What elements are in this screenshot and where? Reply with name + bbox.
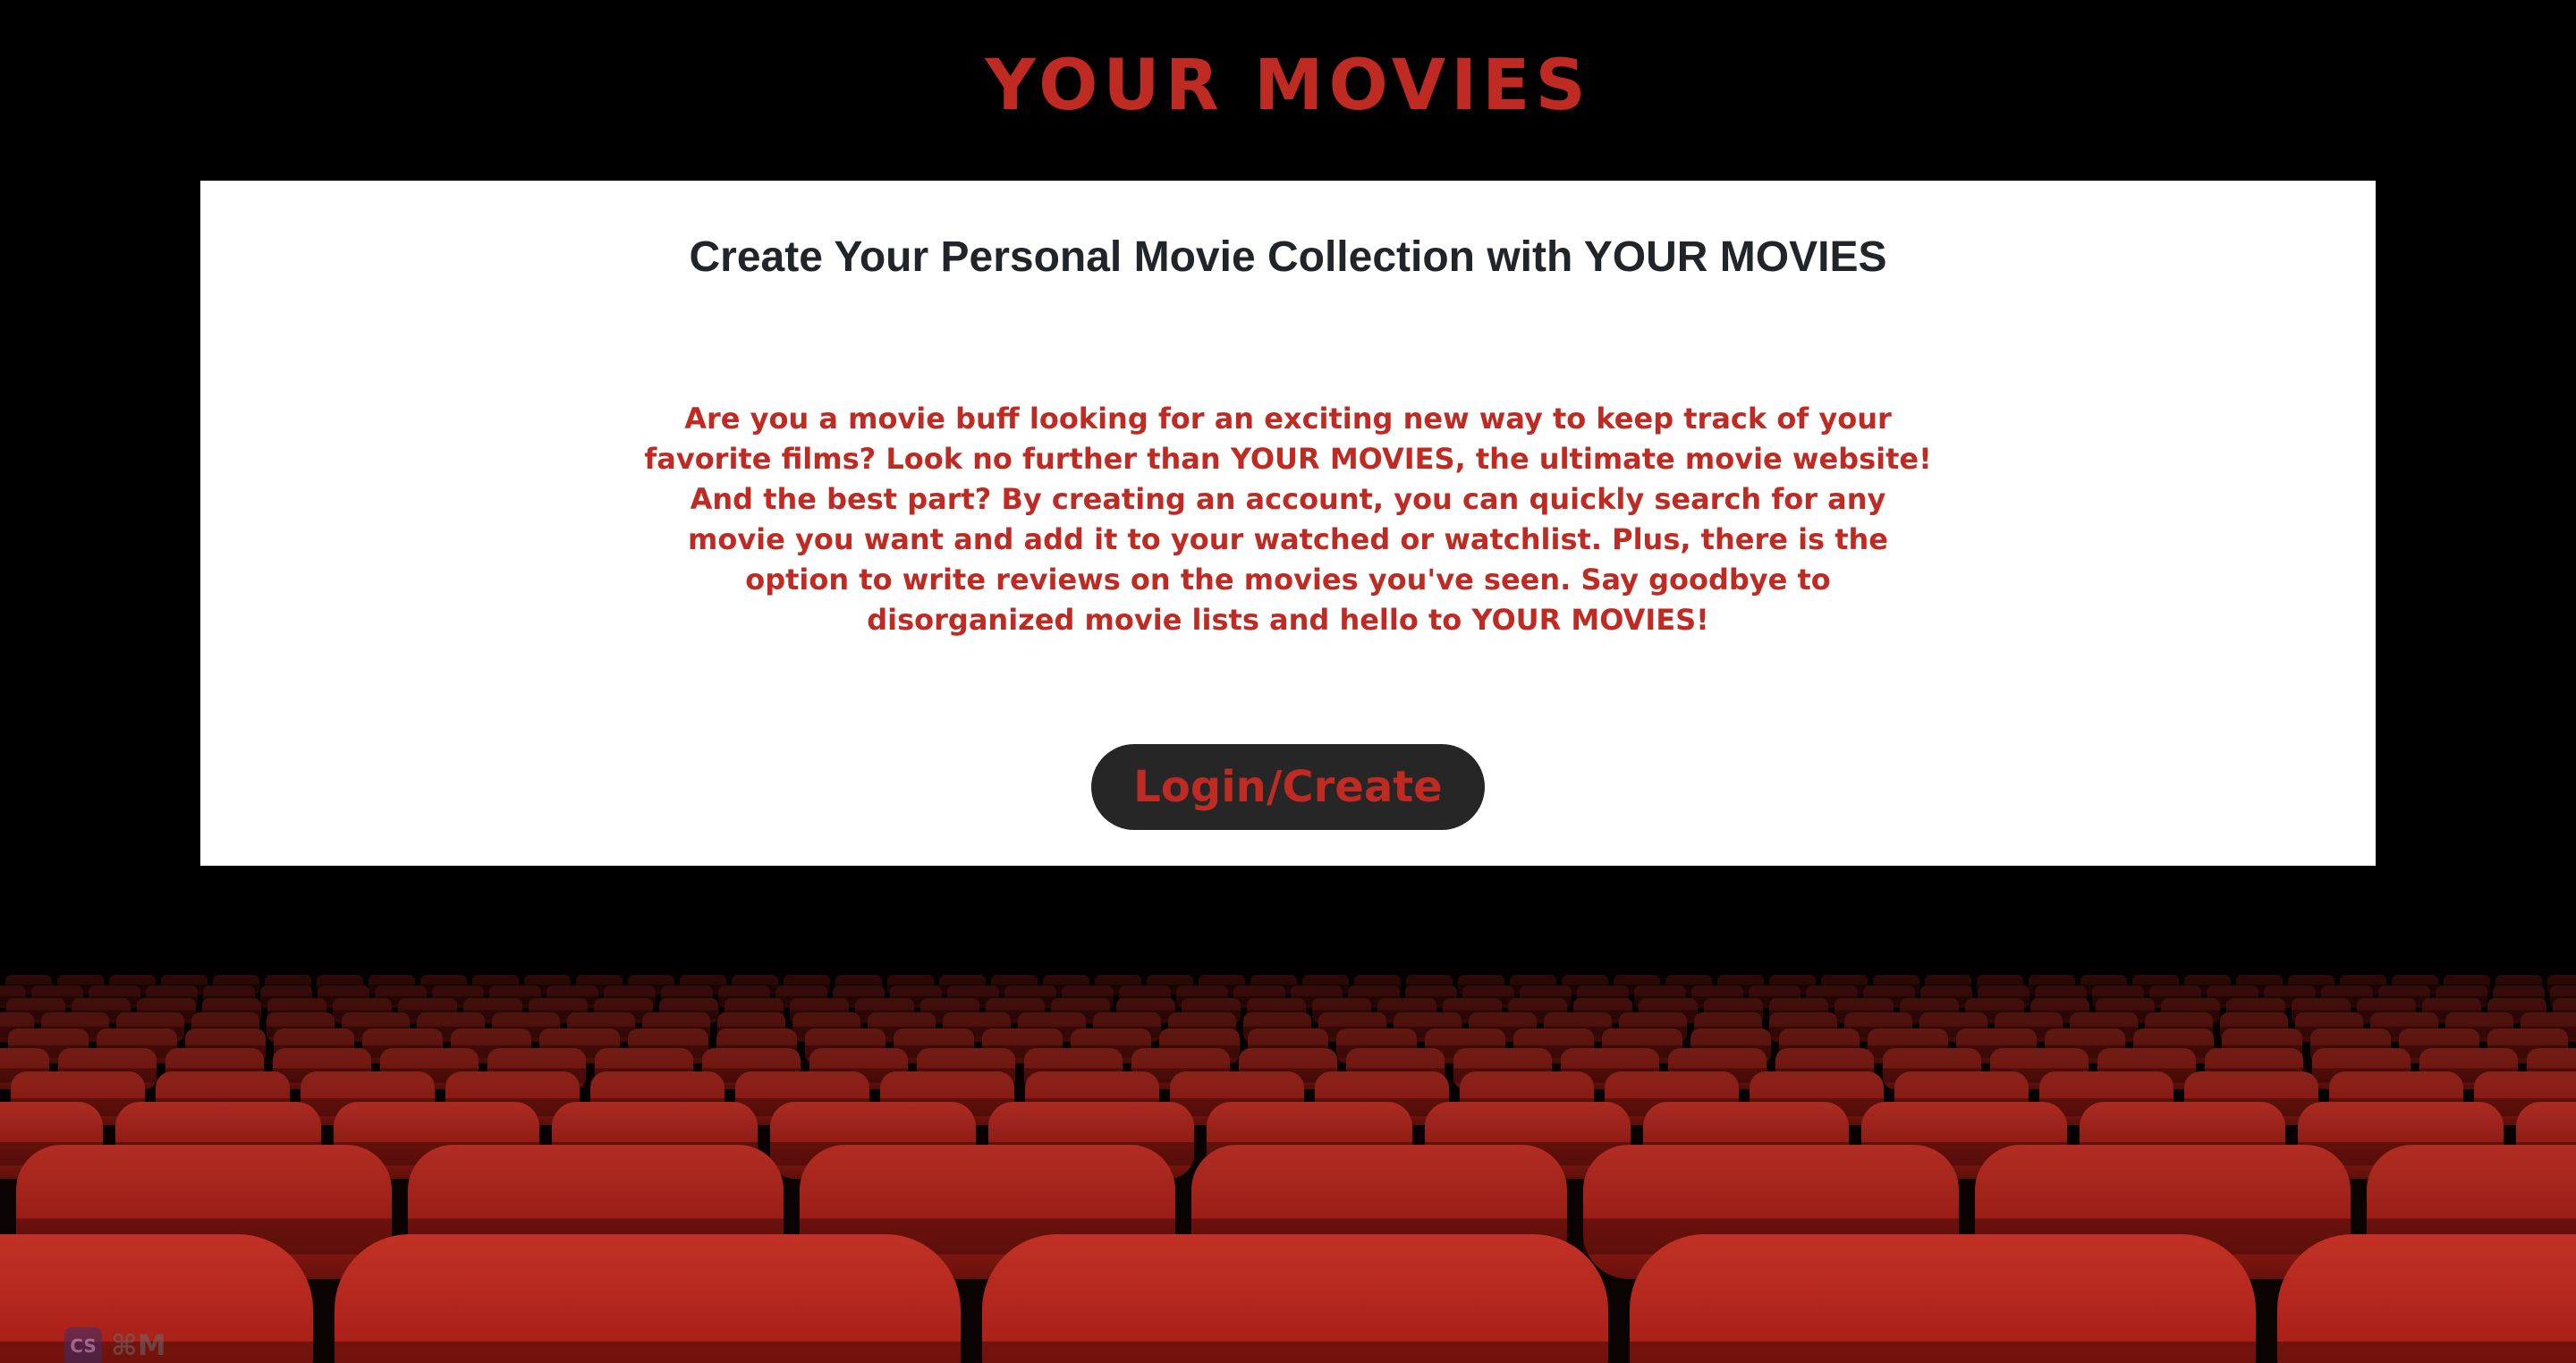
shortcut-label: ⌘M (111, 1328, 166, 1362)
extension-badge[interactable]: CS ⌘M (64, 1327, 166, 1363)
extension-icon: CS (64, 1327, 102, 1363)
login-create-button[interactable]: Login/Create (1091, 744, 1485, 830)
page-heading: Create Your Personal Movie Collection wi… (689, 233, 1887, 281)
intro-description: Are you a movie buff looking for an exci… (644, 402, 1932, 637)
brand-title: YOUR MOVIES (985, 46, 1591, 126)
theater-seats-image (0, 966, 2576, 1363)
